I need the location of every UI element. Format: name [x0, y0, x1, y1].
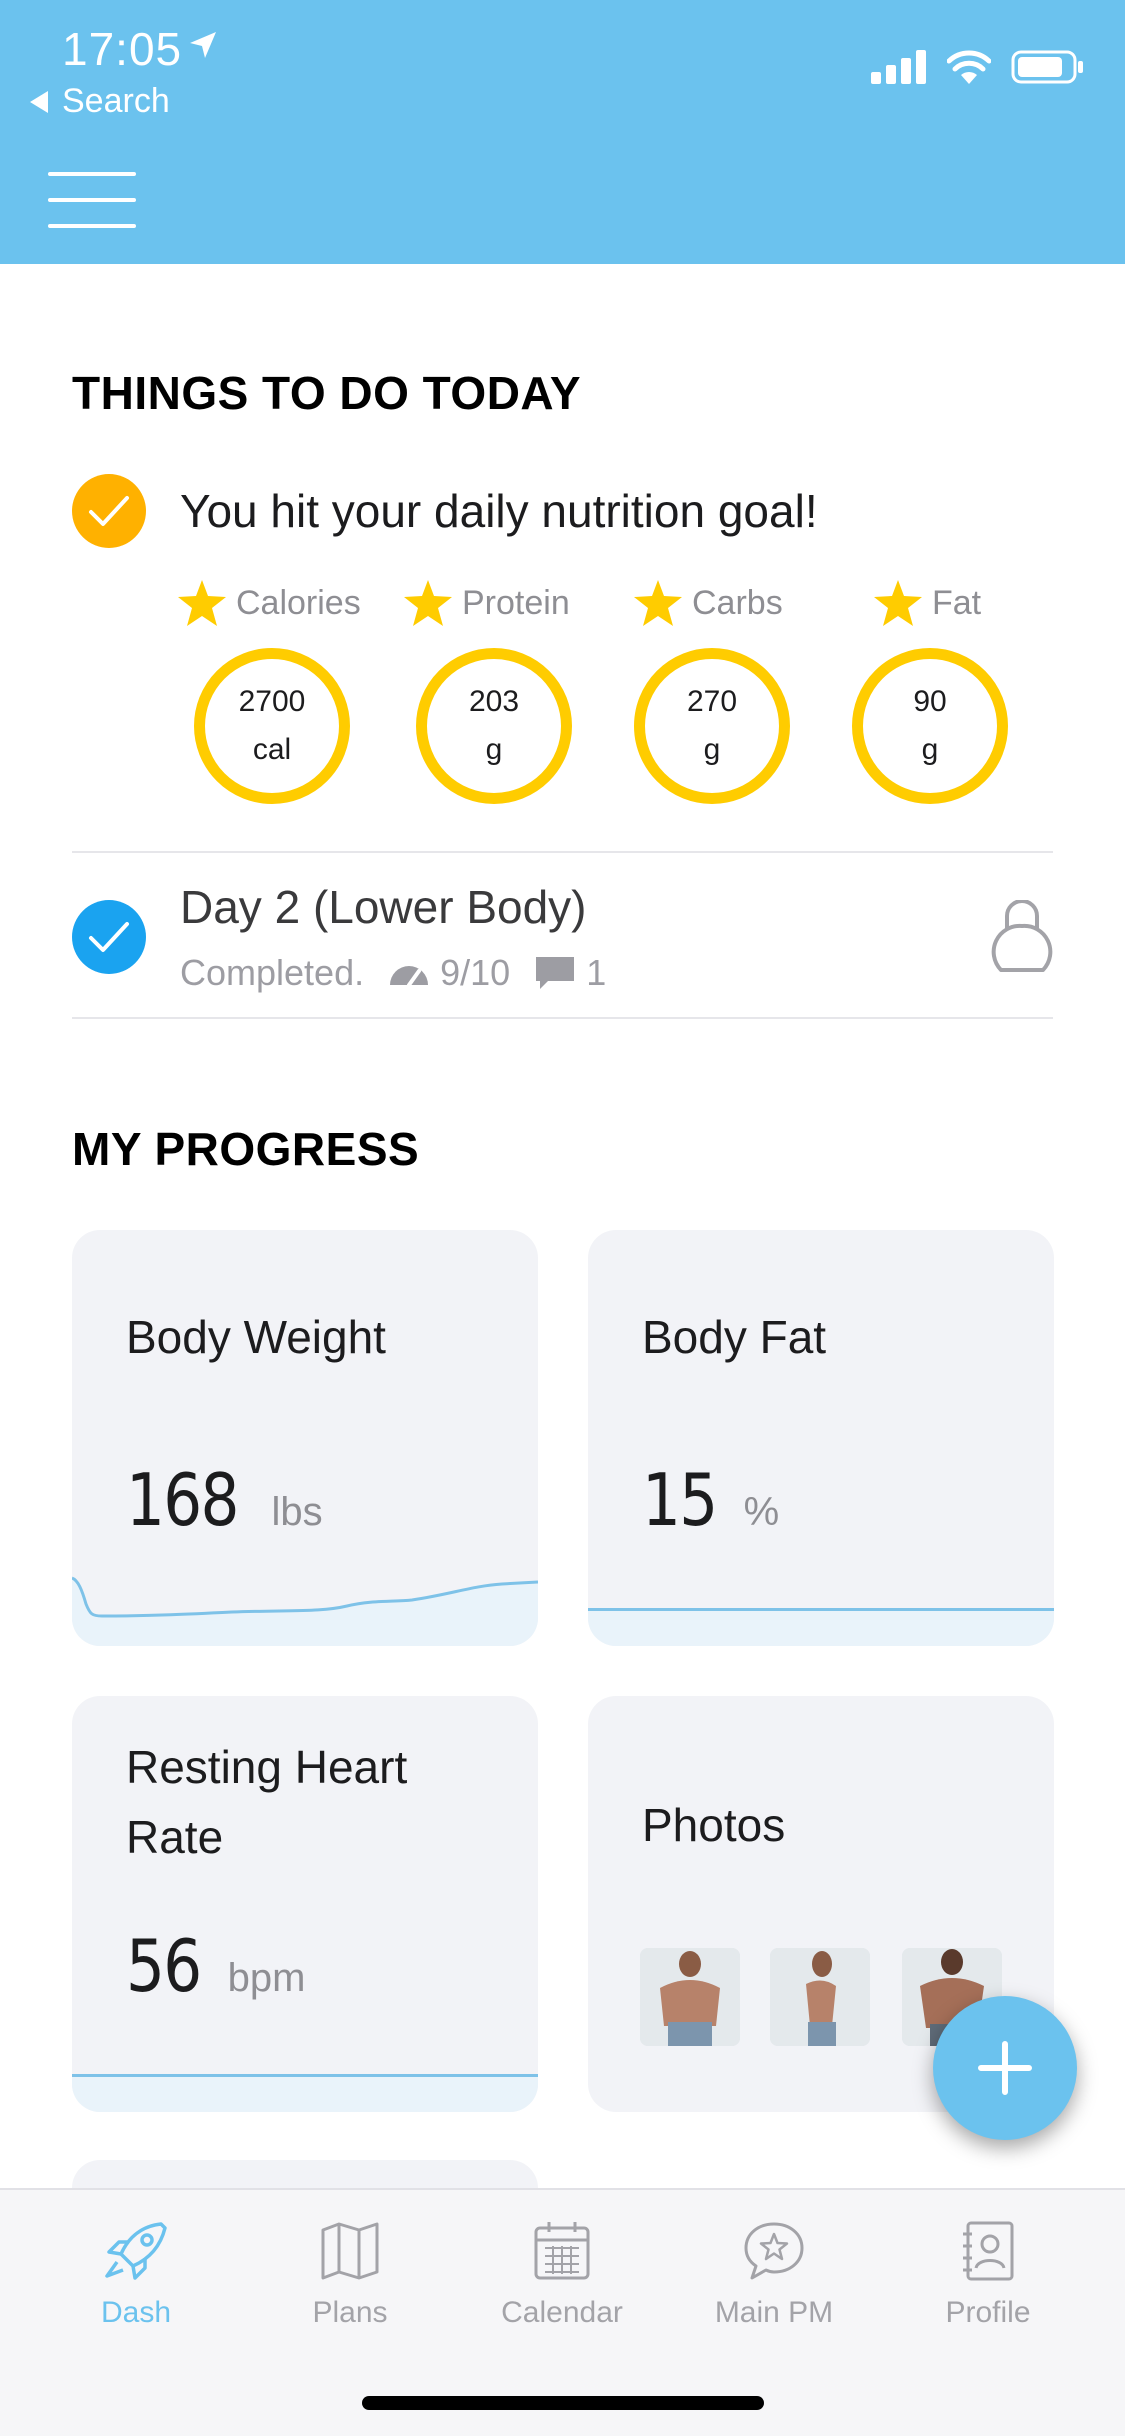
- tab-profile-label: Profile: [945, 2296, 1031, 2329]
- resting-heart-rate-card[interactable]: Resting Heart Rate 56 bpm: [72, 1696, 538, 2112]
- fat-unit: g: [921, 733, 939, 766]
- things-to-do-heading: THINGS TO DO TODAY: [72, 367, 582, 419]
- resting-heart-rate-value: 56 bpm: [126, 1924, 305, 2008]
- star-icon: [178, 580, 226, 626]
- signal-icon: [871, 50, 926, 84]
- resting-heart-rate-number: 56: [126, 1924, 202, 2008]
- body-fat-value: 15 %: [642, 1458, 779, 1542]
- back-to-search-button[interactable]: Search: [30, 82, 170, 121]
- status-icons: [871, 50, 1085, 84]
- divider: [72, 1017, 1053, 1019]
- tab-calendar-label: Calendar: [501, 2296, 623, 2329]
- plus-icon: [978, 2041, 1032, 2095]
- body-fat-unit: %: [743, 1490, 780, 1534]
- fat-value: 90: [913, 685, 947, 718]
- add-entry-button[interactable]: [933, 1996, 1077, 2140]
- gauge-icon: [390, 966, 429, 987]
- body-weight-number: 168: [126, 1458, 239, 1542]
- tab-calendar[interactable]: Calendar: [462, 2220, 662, 2330]
- heart-rate-chart-fill: [72, 2074, 538, 2112]
- app-header: 17:05 Search: [0, 0, 1125, 264]
- nutrition-goal-message: You hit your daily nutrition goal!: [180, 485, 818, 537]
- star-icon: [634, 580, 682, 626]
- carbs-value: 270: [686, 685, 738, 718]
- back-triangle-icon: [30, 90, 48, 113]
- body-fat-chart-fill: [588, 1608, 1054, 1646]
- macro-label-fat: Fat: [874, 580, 981, 626]
- protein-ring[interactable]: 203 g: [416, 648, 572, 804]
- battery-icon: [1011, 50, 1083, 84]
- fat-ring[interactable]: 90 g: [852, 648, 1008, 804]
- protein-value: 203: [468, 685, 520, 718]
- calories-value: 2700: [238, 685, 306, 718]
- progress-photo-side[interactable]: [770, 1948, 870, 2046]
- tab-main-pm-label: Main PM: [714, 2296, 834, 2329]
- back-search-label: Search: [62, 82, 170, 120]
- body-weight-card[interactable]: Body Weight 168 lbs: [72, 1230, 538, 1646]
- kettlebell-icon: [991, 900, 1053, 972]
- body-fat-card[interactable]: Body Fat 15 %: [588, 1230, 1054, 1646]
- tab-dash[interactable]: Dash: [36, 2220, 236, 2330]
- calories-unit: cal: [252, 733, 292, 766]
- my-progress-heading: MY PROGRESS: [72, 1123, 420, 1175]
- star-icon: [404, 580, 452, 626]
- tab-plans-label: Plans: [312, 2296, 388, 2329]
- macro-label-carbs: Carbs: [634, 580, 783, 626]
- calendar-icon: [534, 2222, 590, 2280]
- body-weight-unit: lbs: [271, 1490, 323, 1534]
- workout-done-check-icon: [72, 900, 146, 974]
- tab-main-pm[interactable]: Main PM: [674, 2220, 874, 2330]
- rocket-icon: [105, 2222, 167, 2280]
- body-weight-sparkline: [72, 1576, 538, 1646]
- body-weight-title: Body Weight: [126, 1311, 386, 1363]
- body-fat-title: Body Fat: [642, 1311, 827, 1363]
- chat-star-icon: [744, 2222, 804, 2280]
- body-fat-chart-line: [588, 1608, 1054, 1611]
- workout-status: Completed.: [180, 952, 365, 993]
- calories-ring[interactable]: 2700 cal: [194, 648, 350, 804]
- workout-meta: Completed. 9/10 1: [180, 952, 606, 994]
- protein-unit: g: [485, 733, 503, 766]
- body-weight-value: 168 lbs: [126, 1458, 323, 1542]
- workout-rating: 9/10: [440, 952, 511, 993]
- map-icon: [321, 2222, 379, 2280]
- workout-comments-count: 1: [586, 952, 607, 993]
- progress-photo-front[interactable]: [640, 1948, 740, 2046]
- nutrition-done-check-icon: [72, 474, 146, 548]
- tab-profile[interactable]: Profile: [888, 2220, 1088, 2330]
- macro-label-calories: Calories: [178, 580, 361, 626]
- status-time: 17:05: [62, 23, 183, 75]
- workout-title[interactable]: Day 2 (Lower Body): [180, 880, 587, 934]
- wifi-icon: [947, 50, 991, 84]
- carbs-ring[interactable]: 270 g: [634, 648, 790, 804]
- star-icon: [874, 580, 922, 626]
- photos-title: Photos: [642, 1799, 786, 1851]
- hamburger-menu-button[interactable]: [48, 172, 136, 228]
- divider: [72, 851, 1053, 853]
- contact-book-icon: [963, 2221, 1014, 2281]
- body-fat-number: 15: [642, 1458, 718, 1542]
- comment-icon: [536, 957, 575, 989]
- carbs-unit: g: [703, 733, 721, 766]
- tab-plans[interactable]: Plans: [250, 2220, 450, 2330]
- tab-dash-label: Dash: [100, 2296, 172, 2329]
- macro-label-protein: Protein: [404, 580, 570, 626]
- resting-heart-rate-unit: bpm: [227, 1956, 306, 2000]
- home-indicator[interactable]: [362, 2396, 764, 2410]
- heart-rate-chart-line: [72, 2074, 538, 2077]
- location-arrow-icon: [190, 32, 216, 58]
- resting-heart-rate-title: Resting Heart Rate: [126, 1741, 408, 1863]
